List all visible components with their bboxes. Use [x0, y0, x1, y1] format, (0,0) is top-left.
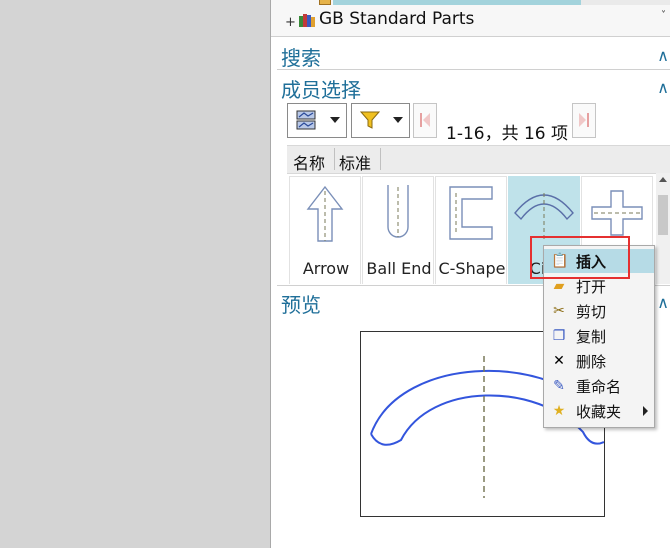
member-item-ball-end[interactable]: Ball End	[362, 176, 434, 284]
scroll-down-icon[interactable]: ˅	[661, 10, 666, 21]
context-menu-rename[interactable]: ✎ 重命名	[544, 374, 654, 398]
circular-arc-shape-icon	[514, 193, 574, 241]
filter-dropdown[interactable]	[351, 103, 410, 138]
collapse-member-select-icon[interactable]: ∧	[657, 78, 669, 97]
submenu-arrow-icon	[643, 406, 648, 416]
collapse-preview-icon[interactable]: ∧	[657, 293, 669, 312]
expand-icon[interactable]: +	[285, 15, 296, 30]
member-select-section-title: 成员选择	[281, 78, 361, 102]
context-menu-label: 复制	[576, 328, 607, 346]
copy-icon: ❐	[552, 328, 566, 344]
left-empty-area	[0, 0, 270, 548]
open-icon: ▰	[553, 278, 565, 294]
member-item-label: Ball End	[366, 259, 432, 278]
cut-icon: ✂	[553, 303, 565, 319]
column-header-row: 名称 标准	[287, 145, 670, 174]
tree-row-gb-standard-parts[interactable]: + GB Standard Parts ˅	[271, 0, 670, 37]
context-menu-label: 打开	[576, 278, 607, 296]
c-shape-icon	[449, 186, 493, 240]
thumbnail-view-icon	[296, 110, 316, 130]
first-page-icon	[420, 113, 430, 127]
page-range-label: 1-16，共 16 项	[446, 124, 569, 144]
context-menu-label: 重命名	[576, 378, 622, 396]
cross-shape-icon	[591, 190, 643, 236]
insert-highlight-annotation	[530, 236, 630, 279]
search-section-title: 搜索	[281, 46, 321, 70]
arrow-shape-icon	[306, 185, 344, 242]
context-menu-delete[interactable]: ✕ 删除	[544, 349, 654, 373]
scrollbar-thumb[interactable]	[658, 195, 668, 235]
collapse-search-icon[interactable]: ∧	[657, 46, 669, 65]
preview-section-title: 预览	[281, 293, 321, 317]
context-menu-favorites[interactable]: ★ 收藏夹	[544, 399, 654, 423]
view-mode-dropdown[interactable]	[287, 103, 347, 138]
tree-row-strip	[581, 0, 670, 5]
tree-item-label: GB Standard Parts	[319, 9, 475, 29]
dropdown-arrow-icon	[330, 117, 340, 123]
tree-selected-row-strip	[333, 0, 581, 5]
last-page-icon	[579, 113, 589, 127]
context-menu-cut[interactable]: ✂ 剪切	[544, 299, 654, 323]
delete-icon: ✕	[553, 353, 565, 369]
dropdown-arrow-icon	[393, 117, 403, 123]
context-menu-copy[interactable]: ❐ 复制	[544, 324, 654, 348]
member-list-scrollbar[interactable]	[656, 173, 670, 284]
context-menu-label: 删除	[576, 353, 607, 371]
folder-icon	[319, 0, 331, 5]
next-page-button[interactable]	[572, 103, 596, 138]
filter-icon	[360, 111, 380, 129]
section-divider	[277, 69, 670, 70]
member-item-label: Arrow	[302, 259, 350, 278]
member-item-label: C-Shape	[438, 259, 506, 278]
column-divider[interactable]	[334, 148, 335, 170]
member-item-c-shape[interactable]: C-Shape	[435, 176, 507, 284]
previous-page-button[interactable]	[413, 103, 437, 138]
library-books-icon	[299, 14, 315, 27]
search-section-header[interactable]: 搜索 ∧	[281, 42, 669, 72]
member-item-arrow[interactable]: Arrow	[289, 176, 361, 284]
column-divider[interactable]	[380, 148, 381, 170]
scroll-up-icon[interactable]	[659, 177, 667, 182]
context-menu-label: 剪切	[576, 303, 607, 321]
column-header-name[interactable]: 名称	[293, 150, 325, 174]
ball-end-shape-icon	[387, 185, 409, 238]
member-select-section-header[interactable]: 成员选择 ∧	[281, 74, 669, 104]
rename-icon: ✎	[553, 378, 565, 394]
column-header-standard[interactable]: 标准	[339, 150, 371, 174]
favorites-icon: ★	[552, 403, 566, 419]
member-toolbar: 1-16，共 16 项	[287, 103, 667, 144]
context-menu-label: 收藏夹	[576, 403, 622, 421]
